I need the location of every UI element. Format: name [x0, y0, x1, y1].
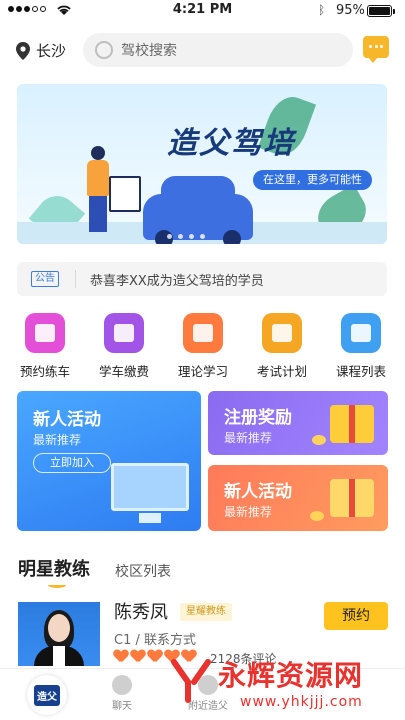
banner-title: 造父驾培: [167, 126, 295, 161]
card-subtitle: 最新推荐: [33, 433, 82, 447]
entry-book-practice[interactable]: 预约练车: [5, 313, 85, 380]
card-subtitle: 最新推荐: [224, 505, 273, 519]
entry-label: 预约练车: [19, 364, 70, 379]
entry-label: 课程列表: [335, 364, 386, 379]
logo-text: 造父: [34, 684, 60, 706]
card-title: 新人活动: [224, 482, 292, 502]
coach-photo: [18, 602, 100, 666]
announcement-bar[interactable]: 公告 恭喜李XX成为造父驾培的学员: [17, 262, 387, 296]
heart-icon: [131, 650, 145, 663]
card-title: 新人活动: [33, 410, 101, 430]
search-placeholder: 驾校搜索: [121, 43, 177, 59]
entry-payment[interactable]: 学车缴费: [84, 313, 164, 380]
card-subtitle: 最新推荐: [224, 431, 273, 445]
divider: [75, 270, 76, 288]
grid-icon: [341, 313, 381, 353]
monitor-stand: [139, 513, 161, 523]
entry-course-list[interactable]: 课程列表: [321, 313, 401, 380]
tab-star-coaches[interactable]: 明星教练: [18, 555, 90, 581]
message-icon[interactable]: [363, 36, 389, 63]
entry-label: 学车缴费: [98, 364, 149, 379]
coin-icon: [312, 435, 326, 445]
announcement-text: 恭喜李XX成为造父驾培的学员: [90, 273, 264, 289]
entry-exam-plan[interactable]: 考试计划: [242, 313, 322, 380]
coach-name: 陈秀凤: [114, 602, 168, 623]
gift-icon: [330, 405, 374, 443]
chat-icon: [112, 675, 132, 695]
wallet-icon: [104, 313, 144, 353]
coach-badge: 星耀教练: [180, 603, 232, 621]
join-now-button[interactable]: 立即加入: [33, 453, 111, 473]
city-label: 长沙: [36, 42, 67, 60]
promo-banner[interactable]: 造父驾培 在这里，更多可能性: [17, 84, 387, 244]
battery-icon: [367, 5, 395, 17]
watermark: 永辉资源网 www.yhkjjj.com: [170, 654, 400, 718]
heart-icon: [148, 650, 162, 663]
car-icon: [25, 313, 65, 353]
calendar-icon: [262, 313, 302, 353]
coach-info: C1 / 联系方式: [114, 633, 196, 648]
status-bar: 4:21 PM ᛒ 95%: [0, 0, 405, 22]
location-pin-icon: [16, 41, 30, 60]
banner-subtitle: 在这里，更多可能性: [253, 170, 372, 190]
announcement-tag: 公告: [31, 271, 59, 287]
new-user-activity-card-2[interactable]: 新人活动 最新推荐: [208, 465, 388, 531]
entry-theory[interactable]: 理论学习: [163, 313, 243, 380]
coin-icon: [310, 511, 324, 521]
section-tabs: 明星教练 校区列表: [0, 555, 405, 591]
banner-pager: [167, 234, 205, 239]
entry-label: 理论学习: [177, 364, 228, 379]
document-illustration: [109, 176, 141, 212]
nav-label: 聊天: [112, 701, 132, 712]
tab-active-indicator: [48, 582, 66, 588]
header: 长沙 驾校搜索: [0, 30, 405, 70]
book-button[interactable]: 预约: [324, 602, 388, 630]
city-selector[interactable]: 长沙: [16, 40, 66, 61]
gift-icon: [330, 479, 374, 517]
bluetooth-icon: ᛒ: [318, 3, 326, 17]
watermark-logo-icon: [171, 659, 211, 703]
nav-chat[interactable]: 聊天: [92, 675, 152, 712]
watermark-url: www.yhkjjj.com: [240, 694, 363, 710]
card-title: 注册奖励: [224, 408, 292, 428]
new-user-activity-card[interactable]: 新人活动 最新推荐 立即加入: [17, 391, 201, 531]
tab-campus-list[interactable]: 校区列表: [115, 561, 171, 581]
entry-label: 考试计划: [256, 364, 307, 379]
search-icon: [95, 41, 113, 59]
heart-icon: [114, 650, 128, 663]
watermark-text: 永辉资源网: [218, 659, 364, 692]
quick-entries: 预约练车 学车缴费 理论学习 考试计划 课程列表: [0, 313, 405, 383]
battery-percent: 95%: [336, 3, 365, 18]
search-input[interactable]: 驾校搜索: [83, 33, 353, 67]
monitor-illustration: [111, 463, 189, 511]
book-icon: [183, 313, 223, 353]
register-reward-card[interactable]: 注册奖励 最新推荐: [208, 391, 388, 455]
home-logo-button[interactable]: 造父: [27, 675, 67, 715]
